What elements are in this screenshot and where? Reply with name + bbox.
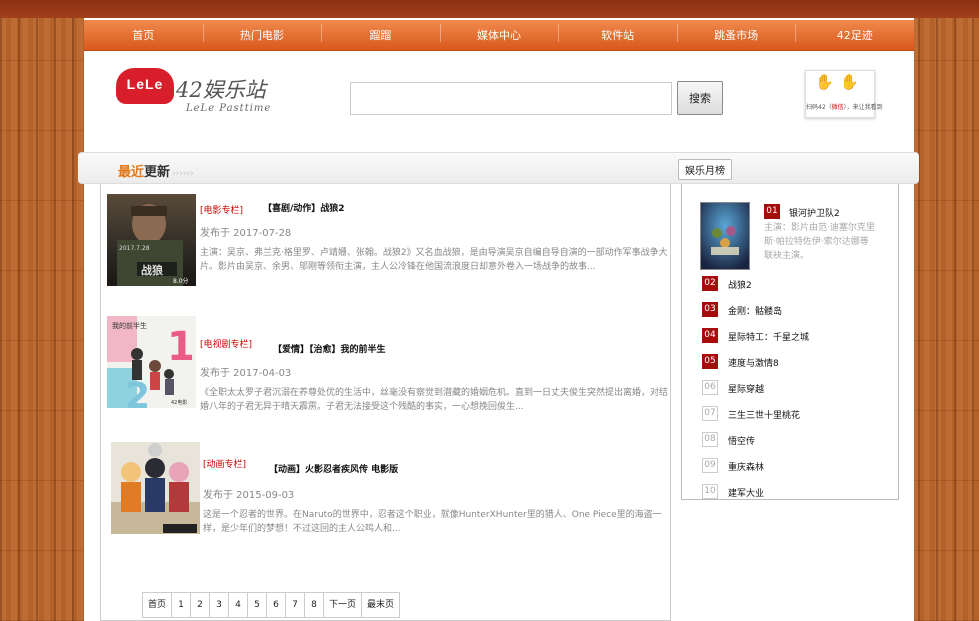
rank-title[interactable]: 速度与激情8 [728, 356, 779, 369]
latest-list: 战狼 2017.7.28 8.0分 [电影专栏] 【喜剧/动作】战狼2 发布于 … [100, 184, 671, 621]
page-number[interactable]: 6 [266, 592, 287, 618]
rank-number: 01 [764, 204, 780, 219]
wechat-caption: 扫码42（微信），来让我看到 [806, 104, 883, 111]
poster-my-first-half[interactable]: 1 2 我的前半生 42电影 [107, 316, 196, 408]
nav-item-hot-movies[interactable]: 热门电影 [202, 24, 322, 43]
rank-title[interactable]: 战狼2 [728, 278, 752, 291]
svg-text:战狼: 战狼 [141, 263, 163, 277]
page-first[interactable]: 首页 [142, 592, 173, 618]
rank-title[interactable]: 三生三世十里桃花 [728, 408, 800, 421]
svg-text:2017.7.28: 2017.7.28 [119, 245, 150, 252]
rank-number: 06 [702, 380, 718, 395]
nav-item-home[interactable]: 首页 [84, 27, 203, 43]
rank-number: 08 [702, 432, 718, 447]
logo-badge: LeLe [116, 68, 174, 104]
category-tag[interactable]: [电影专栏] [200, 203, 243, 216]
site-logo[interactable]: LeLe 42娱乐站 LeLe Pasttime [116, 66, 270, 116]
poster-naruto[interactable] [111, 442, 200, 534]
page-number[interactable]: 2 [190, 592, 211, 618]
item-title[interactable]: 【动画】火影忍者疾风传 电影版 [269, 462, 398, 475]
item-description: 主演：吴京、弗兰克·格里罗、卢靖姗、张翰。战狼2》又名血战狼，是由导演吴京自编自… [200, 248, 668, 272]
page-next[interactable]: 下一页 [323, 592, 363, 618]
poster-guardians-2[interactable] [700, 202, 750, 270]
wechat-badge[interactable]: ✋✋ 扫码42（微信），来让我看到 [805, 70, 883, 118]
item-date: 发布于 2015-09-03 [203, 490, 295, 501]
logo-name: 42娱乐站 [176, 78, 266, 102]
latest-updates-title: 最近更新 ›››››› [118, 165, 194, 180]
nav-item-media-center[interactable]: 媒体中心 [439, 24, 559, 43]
rank-number: 05 [702, 354, 718, 369]
rank-title[interactable]: 星际特工：千星之城 [728, 330, 809, 343]
top-strip [0, 0, 979, 18]
hands-icon: ✋✋ [815, 73, 865, 91]
svg-text:8.0分: 8.0分 [173, 277, 189, 285]
rank-number: 10 [702, 484, 718, 499]
svg-text:我的前半生: 我的前半生 [112, 321, 147, 330]
nav-item-flea-market[interactable]: 跳蚤市场 [676, 24, 796, 43]
rank-title[interactable]: 金刚：骷髅岛 [728, 304, 782, 317]
section-bar: 最近更新 ›››››› 娱乐月榜 [78, 152, 919, 184]
rank-title[interactable]: 悟空传 [728, 434, 755, 447]
rank-number: 04 [702, 328, 718, 343]
rank-title[interactable]: 建军大业 [728, 486, 764, 499]
page-last[interactable]: 最末页 [361, 592, 401, 618]
item-date: 发布于 2017-07-28 [200, 228, 292, 239]
nav-item-liuliu[interactable]: 蹓蹓 [321, 24, 440, 43]
search-input[interactable] [350, 82, 672, 115]
arrows-icon: ›››››› [172, 169, 194, 179]
item-description: 这是一个忍者的世界。在Naruto的世界中，忍者这个职业，就像HunterXHu… [203, 510, 662, 534]
tab-monthly-ranking[interactable]: 娱乐月榜 [678, 159, 732, 180]
rank-number: 09 [702, 458, 718, 473]
item-description: 《全职太太罗子君沉溺在养尊处优的生活中，丝毫没有察觉到潜藏的婚姻危机。直到一日丈… [200, 388, 669, 412]
page-number[interactable]: 1 [171, 592, 192, 618]
poster-wolf-warrior-2[interactable]: 战狼 2017.7.28 8.0分 [107, 194, 196, 286]
svg-text:42电影: 42电影 [171, 399, 187, 406]
pagination: 首页 1 2 3 4 5 6 7 8 下一页 最末页 [142, 592, 401, 618]
svg-text:2: 2 [125, 376, 150, 408]
page-number[interactable]: 3 [209, 592, 230, 618]
nav-item-software[interactable]: 软件站 [558, 24, 677, 43]
page-container: 首页 热门电影 蹓蹓 媒体中心 软件站 跳蚤市场 42足迹 LeLe 42娱乐站… [78, 18, 919, 621]
item-title[interactable]: 【喜剧/动作】战狼2 [263, 201, 345, 214]
rank-title[interactable]: 银河护卫队2 [789, 206, 840, 219]
logo-badge-text: LeLe [126, 76, 164, 92]
rank-title[interactable]: 重庆森林 [728, 460, 764, 473]
rank-number: 07 [702, 406, 718, 421]
category-tag[interactable]: [动画专栏] [203, 457, 246, 470]
rank-number: 03 [702, 302, 718, 317]
logo-subtitle: LeLe Pasttime [186, 103, 272, 114]
rank-title[interactable]: 星际穿越 [728, 382, 764, 395]
page-number[interactable]: 8 [304, 592, 325, 618]
item-date: 发布于 2017-04-03 [200, 368, 292, 379]
page-number[interactable]: 4 [228, 592, 249, 618]
item-title[interactable]: 【爱情】【治愈】我的前半生 [273, 342, 386, 355]
svg-text:1: 1 [167, 324, 195, 370]
rank-top-actors: 主演：影片由范·迪塞尔克里斯·帕拉特佐伊·索尔达娜等联袂主演。 [764, 223, 875, 261]
rank-number: 02 [702, 276, 718, 291]
monthly-ranking: 01 银河护卫队2 主演：影片由范·迪塞尔克里斯·帕拉特佐伊·索尔达娜等联袂主演… [681, 184, 899, 500]
page-number[interactable]: 7 [285, 592, 306, 618]
main-nav: 首页 热门电影 蹓蹓 媒体中心 软件站 跳蚤市场 42足迹 [84, 20, 914, 51]
page-number[interactable]: 5 [247, 592, 268, 618]
search-button[interactable]: 搜索 [677, 81, 723, 115]
category-tag[interactable]: [电视剧专栏] [200, 337, 252, 350]
nav-item-42-footprints[interactable]: 42足迹 [795, 24, 914, 43]
